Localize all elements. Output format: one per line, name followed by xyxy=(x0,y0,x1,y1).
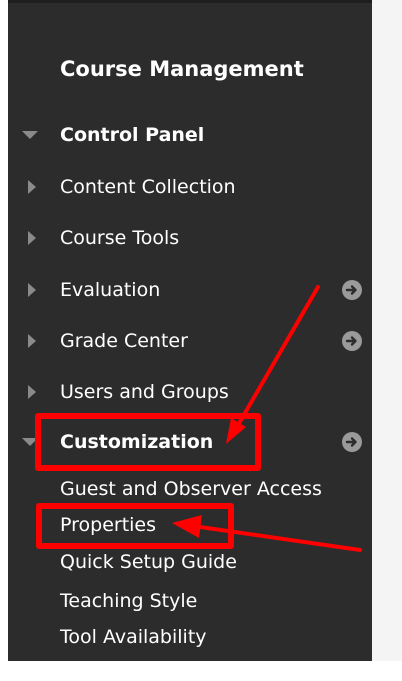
menu-item-course-tools[interactable]: Course Tools xyxy=(8,221,372,255)
triangle-right-icon[interactable] xyxy=(28,180,36,194)
menu-item-label: Course Tools xyxy=(60,227,180,249)
triangle-right-icon[interactable] xyxy=(28,334,36,348)
screen: Course Management Control Panel Content … xyxy=(0,0,402,681)
annotation-highlight-properties xyxy=(36,503,234,549)
circle-arrow-right-icon[interactable] xyxy=(342,331,362,351)
submenu-item-quick-setup-guide[interactable]: Quick Setup Guide xyxy=(60,545,237,579)
triangle-right-icon[interactable] xyxy=(28,385,36,399)
submenu-item-guest-and-observer-access[interactable]: Guest and Observer Access xyxy=(60,472,322,506)
menu-item-content-collection[interactable]: Content Collection xyxy=(8,170,372,204)
menu-item-evaluation[interactable]: Evaluation xyxy=(8,273,372,307)
circle-arrow-right-icon[interactable] xyxy=(342,280,362,300)
triangle-right-icon[interactable] xyxy=(28,283,36,297)
menu-item-label: Users and Groups xyxy=(60,381,229,403)
triangle-right-icon[interactable] xyxy=(28,231,36,245)
menu-item-users-and-groups[interactable]: Users and Groups xyxy=(8,375,372,409)
panel-title: Course Management xyxy=(60,57,304,81)
triangle-down-icon[interactable] xyxy=(22,131,38,139)
content-area xyxy=(372,0,402,661)
panel-top-border xyxy=(8,0,372,3)
menu-item-control-panel[interactable]: Control Panel xyxy=(8,118,372,152)
circle-arrow-right-icon[interactable] xyxy=(342,432,362,452)
menu-item-label: Control Panel xyxy=(60,124,205,146)
submenu-item-tool-availability[interactable]: Tool Availability xyxy=(60,620,207,654)
menu-item-label: Grade Center xyxy=(60,330,188,352)
menu-item-label: Content Collection xyxy=(60,176,236,198)
annotation-highlight-customization xyxy=(35,413,261,471)
submenu-item-teaching-style[interactable]: Teaching Style xyxy=(60,584,197,618)
menu-item-label: Evaluation xyxy=(60,279,161,301)
menu-item-grade-center[interactable]: Grade Center xyxy=(8,324,372,358)
